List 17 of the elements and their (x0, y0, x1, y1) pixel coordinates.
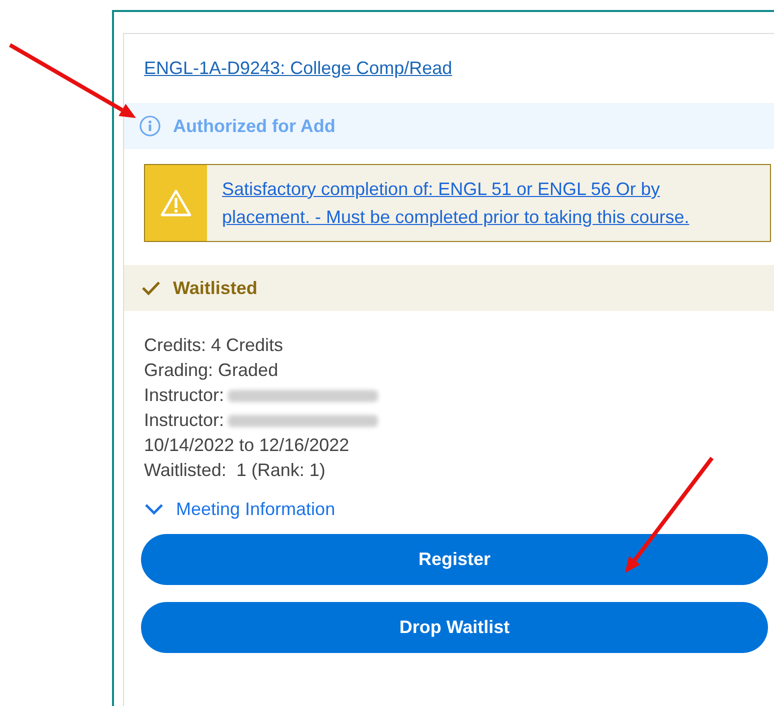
chevron-icon (144, 503, 164, 515)
detail-line: Credits: 4 Credits (144, 334, 284, 357)
detail-line: 10/14/2022 to 12/16/2022 (144, 434, 350, 457)
waitlist-status: Waitlisted (173, 276, 258, 300)
action-button[interactable]: Register (141, 534, 768, 585)
detail-line: Grading: Graded (144, 359, 280, 382)
detail-line: Waitlisted: 1 (Rank: 1) (144, 459, 326, 482)
action-button[interactable]: Drop Waitlist (141, 602, 768, 653)
warning-icon (160, 189, 192, 217)
course-title-link[interactable]: ENGL-1A-D9243: College Comp/Read (144, 58, 452, 78)
detail-line: Instructor: (144, 384, 224, 407)
requisite-link[interactable]: Satisfactory completion of: ENGL 51 or ENGL 56 Or by placement. - Must be completed prior to taking this course. (222, 175, 722, 231)
detail-line: Instructor: (144, 409, 224, 432)
info-icon (139, 115, 161, 137)
check-icon (141, 280, 161, 296)
meeting-info-toggle[interactable]: Meeting Information (144, 498, 336, 520)
authorization-status: Authorized for Add (173, 114, 336, 138)
